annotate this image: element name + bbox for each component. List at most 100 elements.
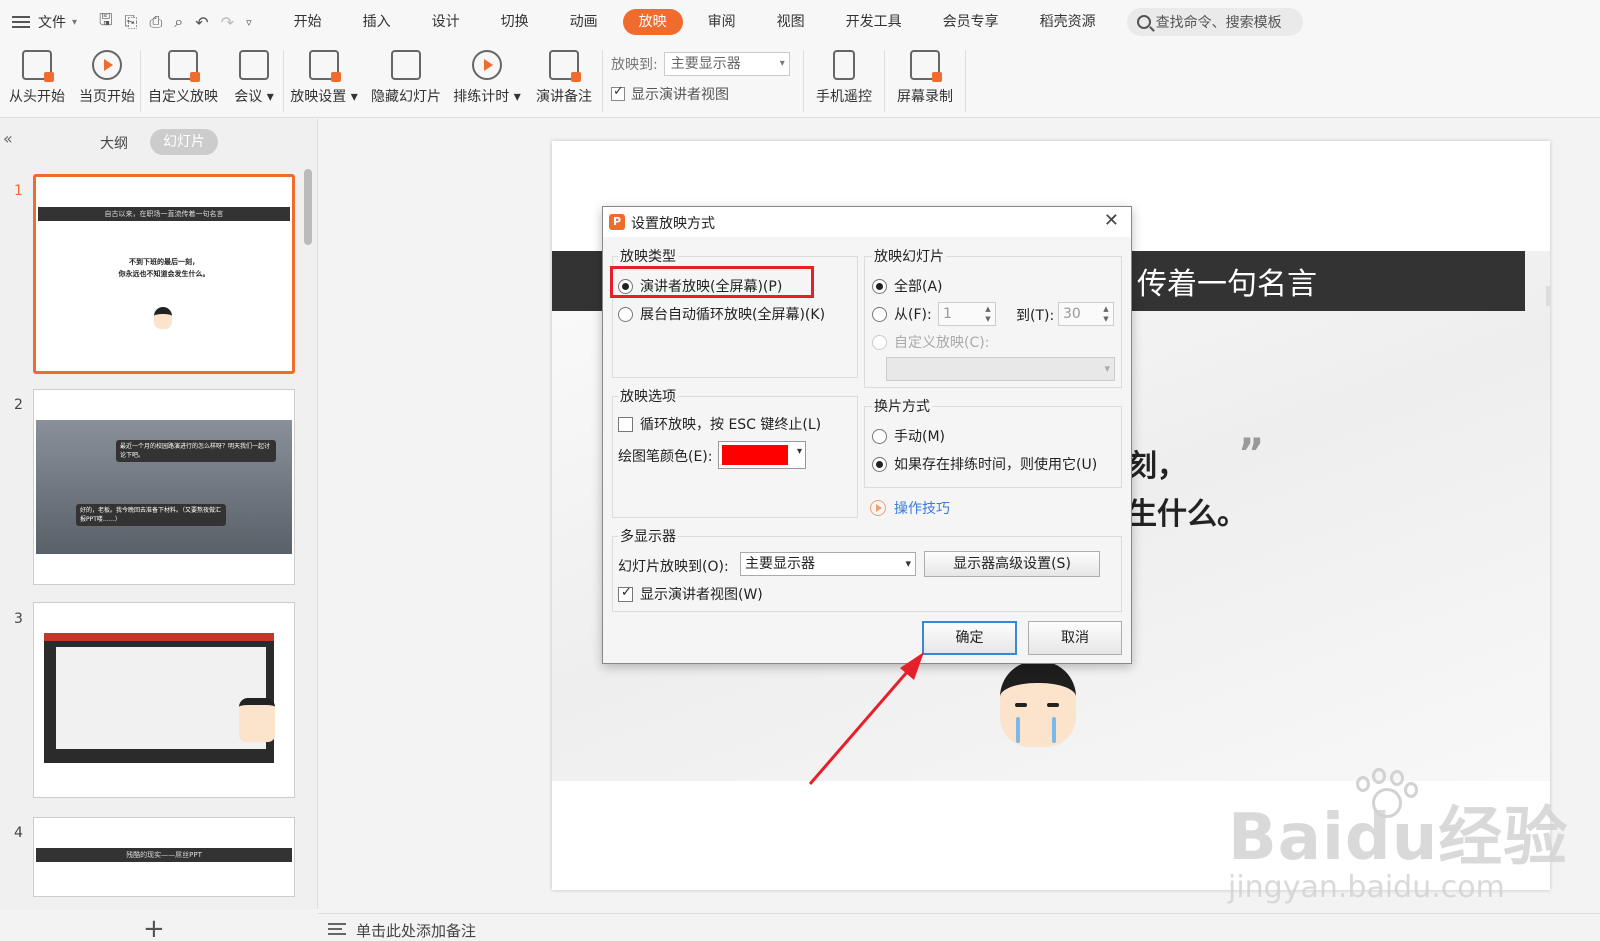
- command-search[interactable]: 查找命令、搜索模板: [1126, 8, 1303, 36]
- collapse-panel-icon[interactable]: «: [3, 129, 13, 148]
- slide-thumbnail-2[interactable]: 最近一个月的校园路演进行的怎么样呀？明天我们一起讨论下吧。 好的，老板。我今晚回…: [33, 389, 295, 585]
- spinner-arrows-icon[interactable]: ▲ ▼: [982, 304, 994, 324]
- tab-outline[interactable]: 大纲: [100, 133, 128, 153]
- from-slide-option[interactable]: 从(F):: [872, 304, 932, 324]
- watermark-url: jingyan.baidu.com: [1228, 870, 1505, 905]
- slide-title-text: 传着一句名言: [1137, 267, 1317, 302]
- stopwatch-icon: [472, 50, 502, 80]
- chevron-down-icon[interactable]: ▾: [797, 446, 802, 457]
- hide-slide-button[interactable]: 隐藏幻灯片: [364, 44, 448, 118]
- slide-number: 4: [14, 825, 23, 841]
- show-settings-label: 放映设置 ▾: [290, 89, 358, 105]
- pen-color-picker[interactable]: ▾: [718, 441, 806, 469]
- tab-docer[interactable]: 稻壳资源: [1024, 9, 1112, 35]
- use-timings-radio[interactable]: [872, 456, 887, 472]
- print-preview-icon[interactable]: ⌕: [174, 12, 183, 32]
- notes-icon: [328, 923, 346, 935]
- loop-checkbox[interactable]: [618, 416, 633, 432]
- show-on-select[interactable]: 主要显示器: [740, 552, 916, 576]
- from-slide-radio[interactable]: [872, 306, 887, 322]
- kiosk-radio[interactable]: [618, 306, 633, 322]
- redo-icon[interactable]: ↷: [221, 13, 234, 32]
- all-slides-option[interactable]: 全部(A): [872, 276, 943, 296]
- tab-transitions[interactable]: 切换: [485, 9, 545, 35]
- rehearse-button[interactable]: 排练计时 ▾: [448, 44, 526, 118]
- tab-review[interactable]: 审阅: [692, 9, 752, 35]
- rehearse-text: 排练计时: [453, 89, 510, 105]
- undo-icon[interactable]: ↶: [195, 13, 208, 32]
- tab-slideshow[interactable]: 放映: [622, 9, 683, 35]
- use-timings-label: 如果存在排练时间，则使用它(U): [894, 457, 1098, 473]
- loop-option[interactable]: 循环放映，按 ESC 键终止(L): [618, 414, 821, 434]
- hamburger-icon[interactable]: [12, 16, 30, 28]
- tab-home[interactable]: 开始: [278, 9, 338, 35]
- manual-advance-radio[interactable]: [872, 428, 887, 444]
- settings-icon: [309, 50, 341, 82]
- project-to-select[interactable]: 主要显示器: [663, 52, 790, 76]
- projector-icon: [22, 50, 54, 82]
- kiosk-option[interactable]: 展台自动循环放映(全屏幕)(K): [618, 304, 825, 324]
- ok-button[interactable]: 确定: [922, 621, 1017, 655]
- show-on-label: 幻灯片放映到(O):: [618, 559, 729, 575]
- presenter-view-dialog-checkbox[interactable]: [618, 585, 633, 602]
- quote-mark: ”: [1238, 431, 1265, 477]
- slide-thumbnail-1[interactable]: 自古以来，在职场一直流传着一句名言 不到下班的最后一刻， 你永远也不知道会发生什…: [33, 174, 295, 374]
- spinner-arrows-icon[interactable]: ▲ ▼: [1100, 304, 1112, 324]
- tab-animations[interactable]: 动画: [554, 9, 614, 35]
- presenter-view-checkbox[interactable]: [611, 84, 625, 101]
- close-icon[interactable]: ✕: [1104, 210, 1119, 231]
- meeting-button[interactable]: 会议 ▾: [225, 44, 283, 118]
- slide-number: 1: [14, 183, 23, 199]
- custom-show-icon: [168, 50, 200, 82]
- play-circle-icon: [870, 500, 886, 516]
- from-current-label: 当页开始: [79, 89, 135, 105]
- panel-scrollbar[interactable]: [304, 169, 312, 245]
- format-painter-icon[interactable]: ⎘: [125, 12, 138, 32]
- manual-advance-option[interactable]: 手动(M): [872, 426, 945, 446]
- phone-remote-button[interactable]: 手机遥控: [804, 44, 884, 118]
- to-slide-spinner[interactable]: 30 ▲ ▼: [1058, 302, 1114, 326]
- presenter-view-option-label: 显示演讲者视图(W): [640, 587, 763, 603]
- from-start-button[interactable]: 从头开始: [0, 44, 74, 118]
- cancel-button[interactable]: 取消: [1028, 621, 1122, 655]
- slide-thumbnail-3[interactable]: [33, 602, 295, 798]
- meeting-label: 会议 ▾: [234, 89, 274, 105]
- tips-link[interactable]: 操作技巧: [870, 498, 950, 518]
- advance-group: [864, 406, 1122, 488]
- file-menu[interactable]: 文件: [38, 12, 66, 32]
- from-slide-spinner[interactable]: 1 ▲ ▼: [938, 302, 996, 326]
- chevron-down-icon[interactable]: ▾: [72, 17, 77, 28]
- slide-thumbnail-4[interactable]: 残酷的现实——屌丝PPT: [33, 817, 295, 897]
- tab-design[interactable]: 设计: [416, 9, 476, 35]
- save-icon[interactable]: 🖫: [99, 9, 113, 36]
- show-settings-button[interactable]: 放映设置 ▾: [284, 44, 364, 118]
- custom-show-radio[interactable]: [872, 334, 887, 350]
- from-slide-value: 1: [943, 306, 952, 322]
- use-timings-option[interactable]: 如果存在排练时间，则使用它(U): [872, 454, 1097, 474]
- play-icon: [92, 50, 122, 80]
- all-slides-radio[interactable]: [872, 278, 887, 294]
- add-slide-button[interactable]: +: [143, 914, 165, 941]
- slide-text-line: 生什么。: [1127, 497, 1247, 532]
- presenter-view-option[interactable]: 显示演讲者视图(W): [618, 584, 763, 604]
- monitor-advanced-button[interactable]: 显示器高级设置(S): [924, 551, 1100, 577]
- custom-show-option[interactable]: 自定义放映(C):: [872, 332, 989, 352]
- custom-show-option-label: 自定义放映(C):: [894, 335, 990, 351]
- canvas-scrollbar[interactable]: [1546, 286, 1550, 306]
- print-icon[interactable]: ⎙: [149, 12, 162, 32]
- screen-record-button[interactable]: 屏幕录制: [885, 44, 965, 118]
- custom-show-select[interactable]: [886, 357, 1115, 381]
- tab-insert[interactable]: 插入: [347, 9, 407, 35]
- customize-toolbar-icon[interactable]: ▿: [246, 16, 252, 29]
- advance-label: 换片方式: [872, 396, 932, 416]
- presenter-view-toggle[interactable]: 显示演讲者视图: [611, 84, 729, 104]
- from-current-button[interactable]: 当页开始: [74, 44, 140, 118]
- tab-member[interactable]: 会员专享: [927, 9, 1015, 35]
- tab-developer[interactable]: 开发工具: [830, 9, 918, 35]
- tab-view[interactable]: 视图: [761, 9, 821, 35]
- menu-bar: 文件 ▾ 🖫 ⎘ ⎙ ⌕ ↶ ↷ ▿ 开始 插入 设计 切换 动画 放映 审阅 …: [0, 0, 1600, 44]
- speaker-notes-button[interactable]: 演讲备注: [526, 44, 602, 118]
- custom-show-button[interactable]: 自定义放映: [141, 44, 225, 118]
- notes-bar[interactable]: 单击此处添加备注: [318, 913, 1600, 941]
- tab-slides[interactable]: 幻灯片: [150, 129, 218, 155]
